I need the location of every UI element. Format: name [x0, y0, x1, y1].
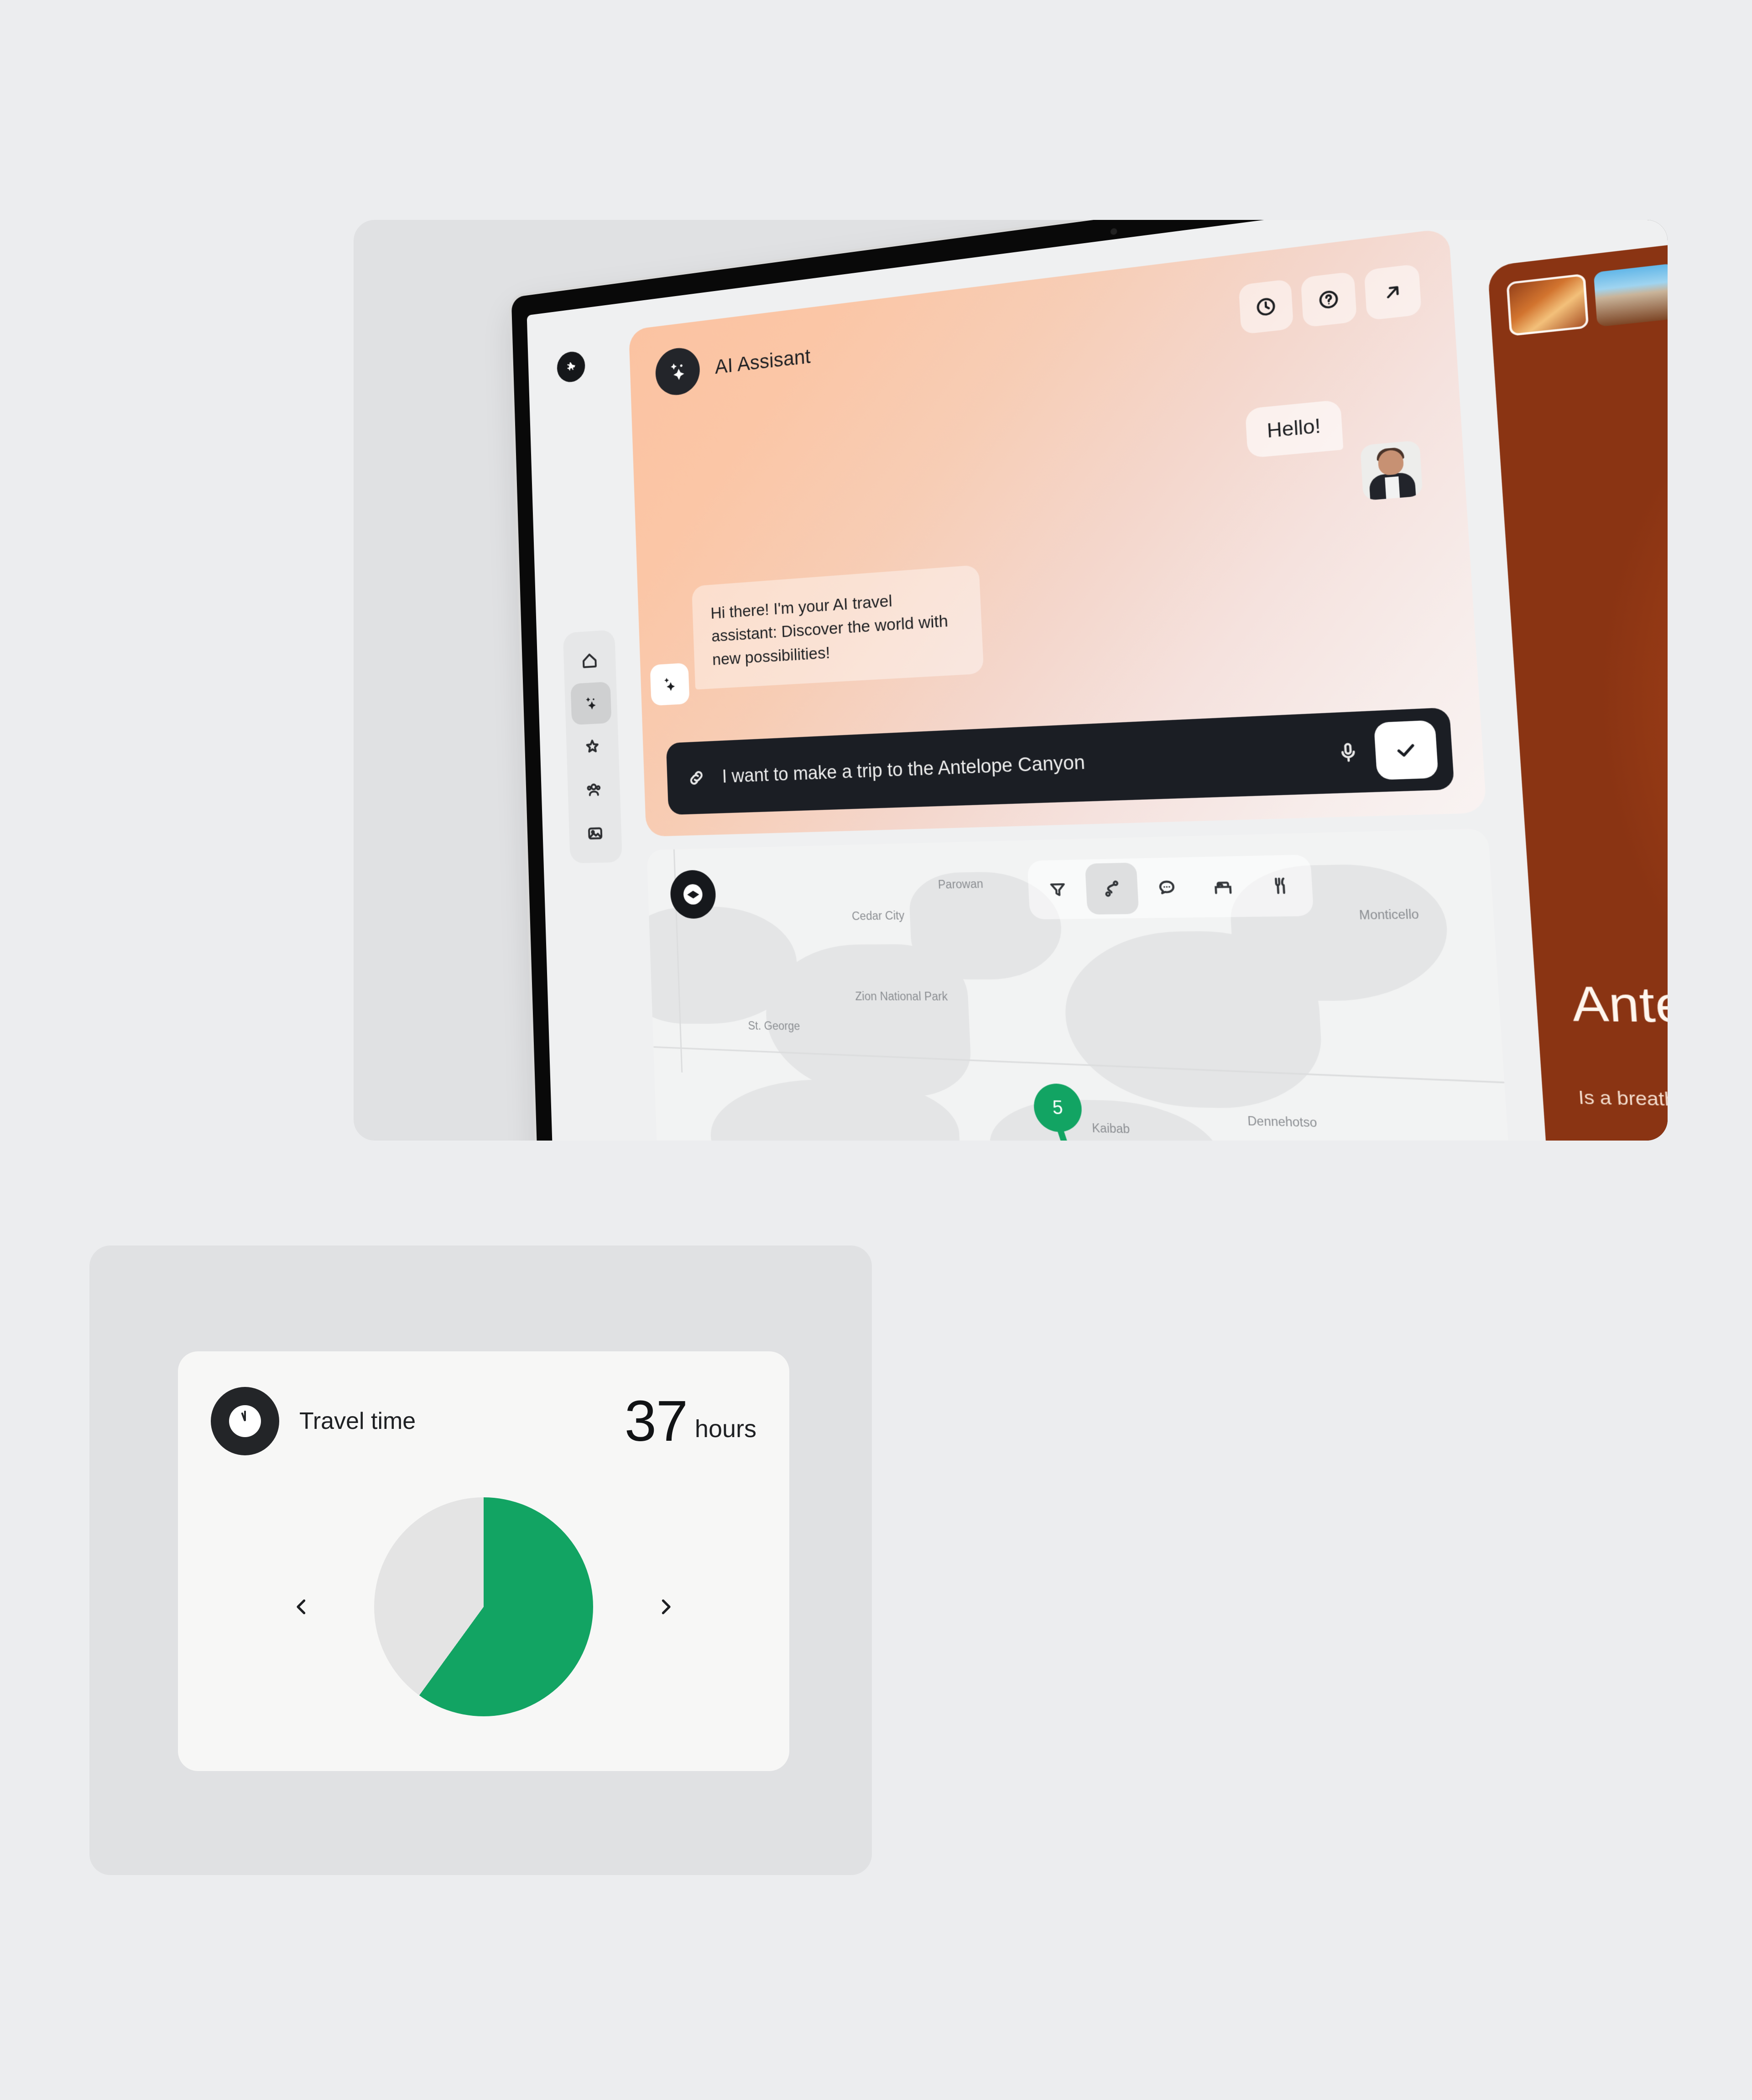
- users-icon: [584, 780, 603, 800]
- arrow-up-right-icon: [1380, 279, 1406, 305]
- travel-time-pie-chart: [374, 1497, 593, 1716]
- route-icon: [1100, 877, 1123, 900]
- compass-icon: [683, 884, 703, 905]
- sidebar-item-home[interactable]: [569, 638, 610, 682]
- chat-bubble-icon: [1155, 876, 1179, 899]
- ai-assistant-title: AI Assisant: [714, 345, 811, 379]
- map-tool-stays[interactable]: [1195, 860, 1251, 913]
- map-tool-chat[interactable]: [1139, 861, 1194, 914]
- assistant-message-badge: [650, 663, 690, 706]
- ai-assistant-actions: [1239, 264, 1422, 334]
- cutlery-icon: [1268, 874, 1293, 897]
- map-pin-label: 5: [1052, 1097, 1064, 1119]
- travel-time-value: 37: [625, 1395, 688, 1448]
- plane-circle-logo-icon: [562, 357, 579, 377]
- device-screen: AI Assisant Hello! Hi there! I'm your AI…: [527, 220, 1668, 1141]
- clock-icon: [229, 1405, 261, 1437]
- sidebar-rail: [563, 630, 622, 863]
- map-pin-marker[interactable]: 5: [1033, 1083, 1083, 1132]
- travel-time-title: Travel time: [299, 1407, 416, 1435]
- chevron-left-icon: [291, 1596, 313, 1618]
- sparkle-icon: [582, 693, 600, 714]
- travel-time-header: Travel time 37 hours: [211, 1387, 756, 1455]
- top-mockup-panel: AI Assisant Hello! Hi there! I'm your AI…: [354, 220, 1668, 1141]
- map-label: Kayenta: [1167, 1139, 1213, 1141]
- bottom-mockup-panel: Travel time 37 hours: [89, 1245, 872, 1875]
- help-icon: [1316, 287, 1342, 312]
- travel-time-card: Travel time 37 hours: [178, 1351, 789, 1771]
- mockup-stage: AI Assisant Hello! Hi there! I'm your AI…: [0, 0, 1752, 2100]
- camera-icon: [1110, 228, 1117, 235]
- check-icon: [1392, 737, 1420, 763]
- map-label: Zion National Park: [855, 990, 948, 1003]
- device-perspective-wrapper: AI Assisant Hello! Hi there! I'm your AI…: [509, 295, 1668, 1141]
- map-tool-filter[interactable]: [1032, 864, 1085, 915]
- sidebar-item-gallery[interactable]: [575, 812, 616, 855]
- image-icon: [586, 823, 605, 844]
- map-label: Monticello: [1359, 907, 1419, 922]
- laptop-device: AI Assisant Hello! Hi there! I'm your AI…: [509, 220, 1668, 1141]
- map-tool-route[interactable]: [1085, 863, 1139, 915]
- history-button[interactable]: [1239, 279, 1294, 334]
- chat-message-assistant: Hi there! I'm your AI travel assistant: …: [692, 565, 984, 689]
- map-tool-restaurants[interactable]: [1251, 859, 1309, 912]
- chat-message-user: Hello!: [1245, 400, 1344, 459]
- user-avatar: [1360, 440, 1423, 501]
- map-label: Cedar City: [851, 909, 904, 923]
- travel-time-unit: hours: [695, 1415, 756, 1448]
- bed-icon: [1211, 875, 1235, 898]
- thumbnail-canyon-sky[interactable]: [1594, 263, 1668, 327]
- clock-icon: [1253, 294, 1278, 319]
- prompt-bar[interactable]: I want to make a trip to the Antelope Ca…: [666, 707, 1455, 815]
- chart-next-button[interactable]: [641, 1582, 691, 1632]
- map-compass-button[interactable]: [670, 870, 717, 919]
- map-toolbar: [1027, 855, 1314, 919]
- help-button[interactable]: [1301, 271, 1357, 328]
- send-button[interactable]: [1374, 720, 1439, 780]
- ai-assistant-avatar: [655, 345, 700, 397]
- destination-detail-card[interactable]: Antelope Is a breathtaking natural of na…: [1487, 220, 1668, 1141]
- expand-button[interactable]: [1364, 264, 1422, 321]
- map-label: Parowan: [938, 877, 983, 891]
- map-label: Kaibab: [1092, 1121, 1130, 1136]
- travel-time-chart-row: [178, 1488, 789, 1725]
- chevron-right-icon: [655, 1596, 677, 1618]
- microphone-icon[interactable]: [1335, 740, 1361, 765]
- home-icon: [580, 650, 599, 671]
- map-label: Dennehotso: [1247, 1114, 1318, 1131]
- sparkle-icon: [666, 358, 689, 385]
- filter-icon: [1047, 879, 1069, 901]
- chart-prev-button[interactable]: [276, 1582, 327, 1632]
- clock-icon-badge: [211, 1387, 279, 1455]
- link-icon[interactable]: [686, 766, 707, 789]
- sparkle-icon: [660, 673, 680, 695]
